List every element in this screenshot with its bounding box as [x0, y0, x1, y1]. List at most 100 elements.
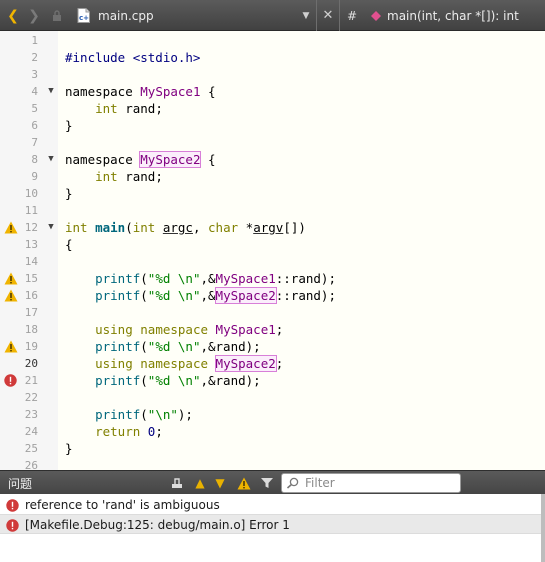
clear-icon[interactable] — [170, 471, 184, 495]
code-token: * — [238, 220, 254, 235]
code-token: { — [200, 152, 216, 167]
line-number: 13 — [24, 238, 38, 251]
code-line[interactable]: 4 ▼ namespace MySpace1 { — [0, 83, 545, 100]
next-item-icon[interactable]: ▼ — [213, 471, 227, 495]
open-file-name[interactable]: main.cpp — [98, 0, 298, 31]
code-line[interactable]: 16 printf("%d \n",&MySpace2::rand); — [0, 287, 545, 304]
code-line[interactable]: 9 int rand; — [0, 168, 545, 185]
issues-panel-title[interactable]: 问题 — [8, 471, 32, 495]
code-text: namespace MySpace1 { — [65, 83, 216, 100]
code-token: rand; — [117, 101, 163, 116]
issue-row[interactable]: [Makefile.Debug:125: debug/main.o] Error… — [0, 514, 545, 534]
code-line[interactable]: 13 { — [0, 236, 545, 253]
previous-item-icon[interactable]: ▲ — [193, 471, 207, 495]
code-token: ( — [140, 373, 148, 388]
issue-text: reference to 'rand' is ambiguous — [25, 498, 220, 512]
code-text: return 0; — [65, 423, 163, 440]
code-token: int — [95, 101, 118, 116]
line-number: 4 — [31, 85, 38, 98]
code-token: main — [95, 220, 126, 235]
fold-arrow-icon[interactable]: ▼ — [46, 219, 56, 236]
code-token: ; — [275, 356, 284, 371]
code-line[interactable]: 21 printf("%d \n",&rand); — [0, 372, 545, 389]
lock-icon — [50, 0, 64, 31]
code-token: ( — [140, 271, 148, 286]
code-token: , — [192, 220, 209, 235]
code-token: ( — [140, 407, 148, 422]
panel-scrollbar[interactable] — [541, 494, 545, 562]
code-token: printf — [95, 339, 141, 354]
code-token: "%d \n" — [147, 373, 201, 388]
filter-input[interactable]: Filter — [281, 473, 461, 493]
code-token: int — [65, 220, 88, 235]
fold-arrow-icon[interactable]: ▼ — [46, 151, 56, 168]
editor-toolbar: ❮ ❯ c+ main.cpp ▼ ✕ # main(int, char *[]… — [0, 0, 545, 31]
back-arrow-icon[interactable]: ❮ — [4, 0, 22, 31]
code-token: } — [65, 441, 73, 456]
fold-arrow-icon[interactable]: ▼ — [46, 83, 56, 100]
filter-funnel-icon[interactable] — [259, 471, 275, 495]
code-line[interactable]: 7 — [0, 134, 545, 151]
warning-filter-icon[interactable] — [236, 471, 252, 495]
code-line[interactable]: 1 — [0, 32, 545, 49]
code-line[interactable]: 5 int rand; — [0, 100, 545, 117]
code-text: } — [65, 440, 73, 457]
code-token: MySpace1 — [215, 322, 276, 337]
line-number: 26 — [24, 459, 38, 470]
code-token: #include <stdio.h> — [65, 50, 201, 65]
code-line[interactable]: 6} — [0, 117, 545, 134]
code-line[interactable]: 23 printf("\n"); — [0, 406, 545, 423]
code-token: MySpace2 — [214, 287, 277, 304]
code-editor[interactable]: 1 2 #include <stdio.h> 3 4 ▼ namespace MySpace… — [0, 31, 545, 470]
code-line[interactable]: 8 ▼ namespace MySpace2 { — [0, 151, 545, 168]
cpp-file-icon: c+ — [75, 0, 91, 31]
code-line[interactable]: 26 — [0, 457, 545, 470]
code-token: ( — [140, 339, 148, 354]
code-token: "%d \n" — [147, 339, 201, 354]
code-line[interactable]: 17 — [0, 304, 545, 321]
code-token: printf — [95, 271, 141, 286]
line-number: 21 — [24, 374, 38, 387]
code-token: ,& — [200, 271, 216, 286]
error-icon — [6, 499, 19, 512]
code-line[interactable]: 3 — [0, 66, 545, 83]
current-function-selector[interactable]: main(int, char *[]): int — [387, 0, 545, 31]
code-token: ( — [140, 288, 148, 303]
code-line[interactable]: 11 — [0, 202, 545, 219]
code-token: ,& — [200, 288, 216, 303]
code-token: using — [95, 356, 133, 371]
code-token: argv — [253, 220, 284, 235]
code-text: int rand; — [65, 168, 163, 185]
line-number: 17 — [24, 306, 38, 319]
code-token: ::rand); — [275, 288, 336, 303]
code-token: ,&rand); — [200, 373, 261, 388]
code-token: namespace — [140, 356, 209, 371]
code-line[interactable]: 10} — [0, 185, 545, 202]
code-line[interactable]: 19 printf("%d \n",&rand); — [0, 338, 545, 355]
code-line[interactable]: 15 printf("%d \n",&MySpace1::rand); — [0, 270, 545, 287]
issue-row[interactable]: reference to 'rand' is ambiguous — [0, 495, 545, 515]
code-line[interactable]: 24 return 0; — [0, 423, 545, 440]
code-token: "%d \n" — [147, 271, 201, 286]
code-token: namespace — [140, 322, 209, 337]
close-file-icon[interactable]: ✕ — [320, 0, 336, 31]
line-number: 18 — [24, 323, 38, 336]
code-line[interactable]: 18 using namespace MySpace1; — [0, 321, 545, 338]
code-token: return — [95, 424, 141, 439]
code-token: ,&rand); — [200, 339, 261, 354]
code-token: argc — [162, 220, 193, 235]
code-line[interactable]: 14 — [0, 253, 545, 270]
forward-arrow-icon[interactable]: ❯ — [26, 0, 42, 31]
line-number: 3 — [31, 68, 38, 81]
code-line[interactable]: 2 #include <stdio.h> — [0, 49, 545, 66]
line-number: 7 — [31, 136, 38, 149]
code-line[interactable]: 20 using namespace MySpace2; — [0, 355, 545, 372]
code-line[interactable]: 12 ▼ int main(int argc, char *argv[]) — [0, 219, 545, 236]
code-line[interactable]: 22 — [0, 389, 545, 406]
code-line[interactable]: 25} — [0, 440, 545, 457]
file-dropdown-icon[interactable]: ▼ — [299, 0, 313, 31]
symbol-hash[interactable]: # — [345, 0, 359, 31]
